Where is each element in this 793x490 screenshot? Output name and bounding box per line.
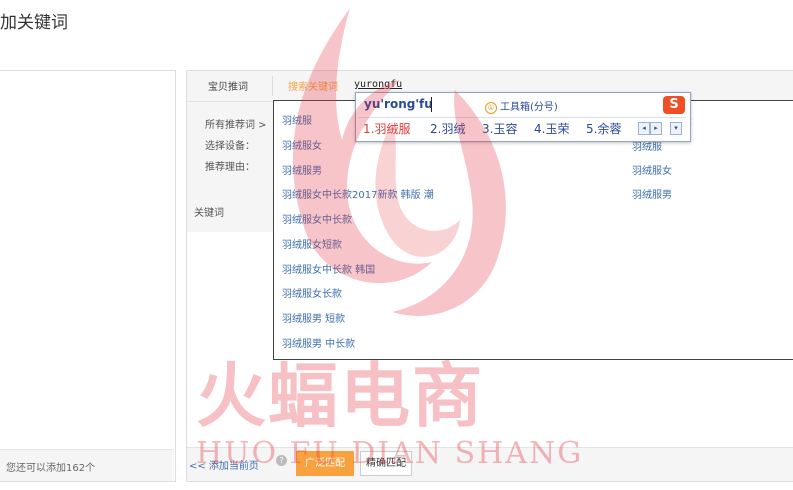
tab-divider — [272, 76, 273, 96]
ime-caret — [431, 97, 432, 112]
suggestion-item[interactable]: 羽绒服男 短款 — [282, 310, 345, 325]
suggestion-item[interactable]: 羽绒服女中长款 韩国 — [282, 261, 375, 276]
ime-next-page-icon[interactable]: ▸ — [650, 122, 662, 135]
search-input[interactable]: yurongfu — [354, 79, 402, 90]
help-icon[interactable]: ? — [276, 455, 287, 466]
ime-menu-icon[interactable]: ▾ — [670, 122, 682, 135]
ime-candidate[interactable]: 3.玉容 — [482, 120, 517, 137]
suggestion-item[interactable]: 羽绒服男 — [282, 162, 322, 177]
ime-toolbox-badge-icon: ① — [485, 102, 497, 114]
ime-candidate[interactable]: 5.余蓉 — [586, 120, 621, 137]
suggestion-item[interactable]: 羽绒服女中长款2017新款 韩版 潮 — [282, 186, 434, 201]
suggestion-item[interactable]: 羽绒服女中长款 — [282, 211, 352, 226]
ime-divider — [358, 117, 686, 118]
suggestion-item[interactable]: 羽绒服男 中长款 — [282, 335, 355, 350]
suggestion-item[interactable]: 羽绒服女 — [282, 137, 322, 152]
ime-toolbox-link[interactable]: ① 工具箱(分号) — [485, 98, 558, 114]
ime-candidate[interactable]: 1.羽绒服 — [363, 120, 410, 137]
suggestion-item[interactable]: 羽绒服女长款 — [282, 285, 342, 300]
filter-reason-label: 推荐理由： — [205, 162, 255, 173]
add-current-page-link[interactable]: << 添加当前页 — [189, 457, 259, 472]
side-list-item[interactable]: 羽绒服女 — [632, 162, 672, 177]
ime-candidate[interactable]: 4.玉荣 — [534, 120, 569, 137]
side-list-item[interactable]: 羽绒服男 — [632, 186, 672, 201]
remaining-count-text: 您还可以添加162个 — [6, 463, 96, 474]
tab-recommend[interactable]: 宝贝推词 — [208, 78, 248, 93]
added-keywords-panel — [0, 70, 176, 482]
filter-device-label: 选择设备： — [205, 141, 255, 152]
exact-match-button[interactable]: 精确匹配 — [360, 451, 412, 476]
ime-pinyin-composition: yu'rong'fu — [364, 97, 433, 111]
sogou-logo-icon: S — [663, 96, 685, 114]
suggestion-item[interactable]: 羽绒服 — [282, 112, 312, 127]
suggestion-item[interactable]: 羽绒服女短款 — [282, 236, 342, 251]
tab-search-keywords[interactable]: 搜索关键词 — [288, 78, 338, 93]
ime-toolbox-label: 工具箱(分号) — [500, 102, 558, 113]
filter-all-recommended[interactable]: 所有推荐词 > — [205, 116, 267, 131]
added-keywords-footer: 您还可以添加162个 — [0, 449, 174, 481]
page-title: 加关键词 — [0, 13, 68, 33]
broad-match-button[interactable]: 广泛匹配 — [296, 451, 354, 476]
ime-prev-page-icon[interactable]: ◂ — [638, 122, 650, 135]
keyword-column-header: 关键词 — [194, 208, 224, 219]
ime-candidate[interactable]: 2.羽绒 — [430, 120, 465, 137]
